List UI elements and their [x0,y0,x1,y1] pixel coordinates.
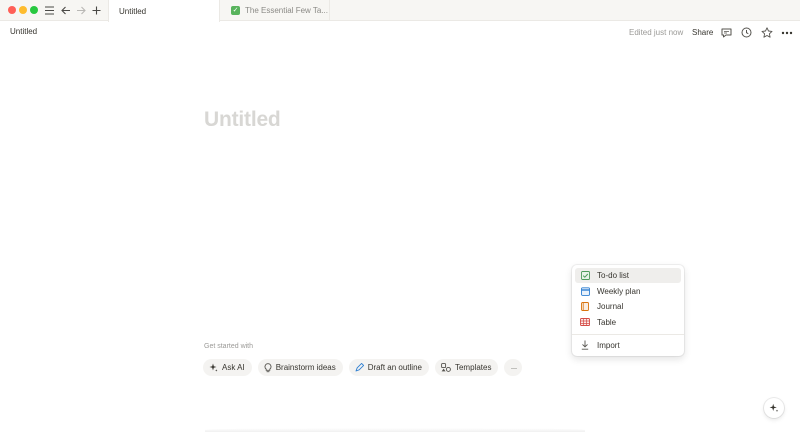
tab-label: The Essential Few Ta... [245,6,328,15]
more-horizontal-icon[interactable] [780,26,793,39]
brainstorm-ideas-button[interactable]: Brainstorm ideas [257,359,343,376]
menu-item-journal[interactable]: Journal [575,299,681,314]
menu-item-weekly-plan[interactable]: Weekly plan [575,284,681,299]
get-started-chips: Ask AI Brainstorm ideas Draft an outline… [203,359,523,376]
history-clock-icon[interactable] [740,26,753,39]
edited-status: Edited just now [629,28,684,37]
back-arrow-icon[interactable] [58,2,74,19]
forward-arrow-icon[interactable] [73,2,89,19]
star-icon[interactable] [760,26,773,39]
chip-label: Draft an outline [367,363,422,372]
calendar-icon [580,286,590,296]
menu-item-label: To-do list [597,271,630,280]
new-tab-plus-icon[interactable] [88,2,104,19]
menu-item-label: Table [597,317,617,327]
pen-icon [355,363,364,372]
templates-button[interactable]: Templates [434,359,499,376]
draft-outline-button[interactable]: Draft an outline [348,359,429,376]
template-menu: To-do list Weekly plan Journal Table Imp… [572,265,684,356]
tab-essential-few[interactable]: ✓ The Essential Few Ta... [221,0,330,21]
ai-assistant-button[interactable] [764,398,784,418]
sparkle-icon [769,403,779,413]
chip-label: Templates [454,363,492,372]
breadcrumb[interactable]: Untitled [10,27,37,36]
chip-label: Ask AI [222,363,245,372]
tab-label: Untitled [119,6,147,16]
window-titlebar: Untitled ✓ The Essential Few Ta... [0,0,800,22]
menu-item-label: Journal [597,302,624,312]
tab-untitled[interactable]: Untitled [108,0,220,22]
templates-icon [441,363,451,372]
check-emoji-icon: ✓ [231,6,240,15]
menu-item-import[interactable]: Import [575,338,681,353]
sparkle-icon [209,363,218,372]
page-header: Untitled Edited just now Share [0,22,800,44]
comment-icon[interactable] [720,26,733,39]
menu-item-todo-list[interactable]: To-do list [575,268,681,283]
maximize-window-button[interactable] [30,6,38,14]
table-icon [580,317,590,327]
page-title-input[interactable]: Untitled [204,108,281,132]
lightbulb-icon [264,362,272,373]
menu-item-label: Weekly plan [597,286,641,296]
get-started-label: Get started with [204,343,254,350]
menu-item-label: Import [597,340,620,350]
journal-icon [580,302,590,312]
chip-label: Brainstorm ideas [275,363,336,372]
sidebar-toggle-icon[interactable] [41,2,57,19]
more-options-button[interactable]: ··· [504,359,523,376]
todo-checkbox-icon [580,271,590,281]
menu-item-table[interactable]: Table [575,315,681,330]
ask-ai-button[interactable]: Ask AI [203,359,252,376]
share-button[interactable]: Share [692,28,713,37]
minimize-window-button[interactable] [19,6,27,14]
bottom-edge-shadow [205,428,585,432]
menu-divider [572,333,684,335]
close-window-button[interactable] [8,6,16,14]
import-arrow-icon [580,340,590,350]
